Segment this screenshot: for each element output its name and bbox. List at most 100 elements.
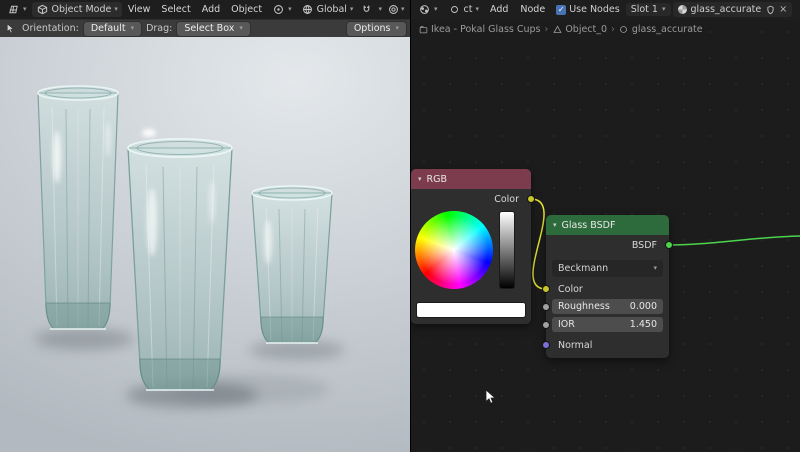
rendered-glasses-image xyxy=(34,85,345,408)
collapse-icon[interactable]: ▾ xyxy=(553,221,557,229)
active-tool-icon[interactable] xyxy=(4,22,17,35)
distribution-dropdown[interactable]: Beckmann ▾ xyxy=(552,260,663,277)
menu-node[interactable]: Node xyxy=(515,2,550,17)
breadcrumb: Ikea - Pokal Glass Cups › Object_0 › gla… xyxy=(418,24,703,35)
orientation-setting-dropdown[interactable]: Default ▾ xyxy=(83,21,142,36)
editor-type-button[interactable]: ▾ xyxy=(3,2,31,17)
ior-input-socket[interactable] xyxy=(542,321,550,329)
use-nodes-checkbox[interactable]: ✓ xyxy=(556,4,567,15)
globe-icon xyxy=(301,3,314,16)
shader-type-dropdown[interactable]: ct ▾ xyxy=(444,2,483,17)
breadcrumb-object: Object_0 xyxy=(552,24,607,35)
drag-setting-label: Drag: xyxy=(146,23,173,34)
normal-input-row: Normal xyxy=(546,337,669,353)
orientation-setting-value: Default xyxy=(90,22,126,34)
chevron-down-icon: ▾ xyxy=(661,5,666,13)
rgb-node-header[interactable]: ▾ RGB xyxy=(411,169,531,189)
ior-field[interactable]: IOR 1.450 xyxy=(552,317,663,332)
snap-settings-dropdown[interactable]: ▾ xyxy=(376,5,384,14)
ior-value: 1.450 xyxy=(629,319,657,330)
material-preview-icon xyxy=(677,5,687,14)
breadcrumb-material: glass_accurate xyxy=(619,24,703,35)
glass-node-header[interactable]: ▾ Glass BSDF xyxy=(546,215,669,235)
bsdf-output-row: BSDF xyxy=(546,235,669,255)
chevron-down-icon: ▾ xyxy=(130,23,135,32)
options-dropdown[interactable]: Options ▾ xyxy=(346,21,406,36)
shader-type-label: ct xyxy=(463,4,473,15)
node-rgb[interactable]: ▾ RGB Color xyxy=(411,169,535,324)
shader-editor: ▾ ct ▾ Add Node ✓ Use Nodes Slot 1 ▾ gla… xyxy=(410,0,800,452)
color-picker xyxy=(415,211,527,289)
chevron-down-icon: ▾ xyxy=(395,23,399,32)
chevron-down-icon: ▾ xyxy=(400,5,405,13)
bsdf-output-label: BSDF xyxy=(631,239,657,251)
fake-user-shield-icon[interactable] xyxy=(765,3,775,16)
mode-label: Object Mode xyxy=(51,4,112,15)
shader-type-icon xyxy=(448,3,461,16)
menu-add-node[interactable]: Add xyxy=(485,2,513,17)
viewport-header: ▾ Object Mode ▾ View Select Add Object ▾… xyxy=(0,0,410,19)
pin-icon xyxy=(796,3,800,16)
material-icon xyxy=(619,25,629,35)
viewport-render-area[interactable] xyxy=(0,37,410,452)
shader-editor-header: ▾ ct ▾ Add Node ✓ Use Nodes Slot 1 ▾ gla… xyxy=(411,0,800,19)
value-slider[interactable] xyxy=(499,211,515,289)
proportional-edit-dropdown[interactable]: ▾ xyxy=(385,2,407,17)
roughness-row: Roughness 0.000 xyxy=(546,299,669,315)
use-nodes-label: Use Nodes xyxy=(569,4,620,15)
chevron-down-icon: ▾ xyxy=(23,5,27,13)
collapse-icon[interactable]: ▾ xyxy=(418,175,422,183)
material-selector[interactable]: glass_accurate × xyxy=(672,2,793,17)
glass-medium xyxy=(127,138,233,391)
roughness-slider[interactable]: Roughness 0.000 xyxy=(552,299,663,314)
unlink-material-button[interactable]: × xyxy=(779,4,787,15)
chevron-down-icon: ▾ xyxy=(349,5,354,13)
normal-input-socket[interactable] xyxy=(542,341,550,349)
color-input-socket[interactable] xyxy=(542,285,550,293)
collection-icon xyxy=(418,25,428,35)
rgb-output-label: Color xyxy=(494,193,519,205)
menu-add[interactable]: Add xyxy=(197,2,225,17)
glass-tall xyxy=(37,85,119,330)
breadcrumb-scene-label: Ikea - Pokal Glass Cups xyxy=(431,24,541,35)
orientation-label: Global xyxy=(316,4,347,15)
mouse-cursor xyxy=(485,389,497,404)
use-nodes-toggle[interactable]: ✓ Use Nodes xyxy=(552,3,624,16)
slot-dropdown[interactable]: Slot 1 ▾ xyxy=(625,3,671,16)
orientation-setting-label: Orientation: xyxy=(22,23,79,34)
rgb-color-output-socket[interactable] xyxy=(527,195,535,203)
chevron-down-icon: ▾ xyxy=(378,5,382,13)
transform-orientation-dropdown[interactable]: Global ▾ xyxy=(297,2,358,17)
roughness-input-socket[interactable] xyxy=(542,303,550,311)
material-name: glass_accurate xyxy=(690,4,762,15)
roughness-value: 0.000 xyxy=(629,301,657,312)
chevron-down-icon: ▾ xyxy=(434,5,438,13)
drag-setting-value: Select Box xyxy=(184,22,235,34)
check-icon: ✓ xyxy=(557,4,565,14)
viewport-editor: ▾ Object Mode ▾ View Select Add Object ▾… xyxy=(0,0,410,452)
ior-label: IOR xyxy=(558,319,575,330)
menu-view[interactable]: View xyxy=(123,2,156,17)
editor-type-button[interactable]: ▾ xyxy=(414,2,442,17)
proportional-edit-icon xyxy=(387,3,400,16)
object-icon xyxy=(552,25,562,35)
menu-object[interactable]: Object xyxy=(226,2,267,17)
menu-select[interactable]: Select xyxy=(156,2,195,17)
color-swatch[interactable] xyxy=(416,302,526,318)
breadcrumb-material-label: glass_accurate xyxy=(631,24,703,35)
snap-toggle-button[interactable] xyxy=(358,2,375,17)
shader-editor-icon xyxy=(418,3,431,16)
node-editor-canvas[interactable]: Ikea - Pokal Glass Cups › Object_0 › gla… xyxy=(411,19,800,452)
node-glass-bsdf[interactable]: ▾ Glass BSDF BSDF Beckmann ▾ Color Rough… xyxy=(542,215,673,358)
pivot-icon xyxy=(272,3,285,16)
chevron-down-icon: ▾ xyxy=(475,5,479,13)
drag-setting-dropdown[interactable]: Select Box ▾ xyxy=(177,21,250,36)
pivot-point-dropdown[interactable]: ▾ xyxy=(268,2,296,17)
ior-row: IOR 1.450 xyxy=(546,317,669,333)
bsdf-output-socket[interactable] xyxy=(665,241,673,249)
color-wheel[interactable] xyxy=(415,211,493,289)
pin-button[interactable] xyxy=(794,2,800,17)
mode-dropdown[interactable]: Object Mode ▾ xyxy=(31,2,122,17)
color-input-row: Color xyxy=(546,281,669,297)
breadcrumb-scene: Ikea - Pokal Glass Cups xyxy=(418,24,541,35)
